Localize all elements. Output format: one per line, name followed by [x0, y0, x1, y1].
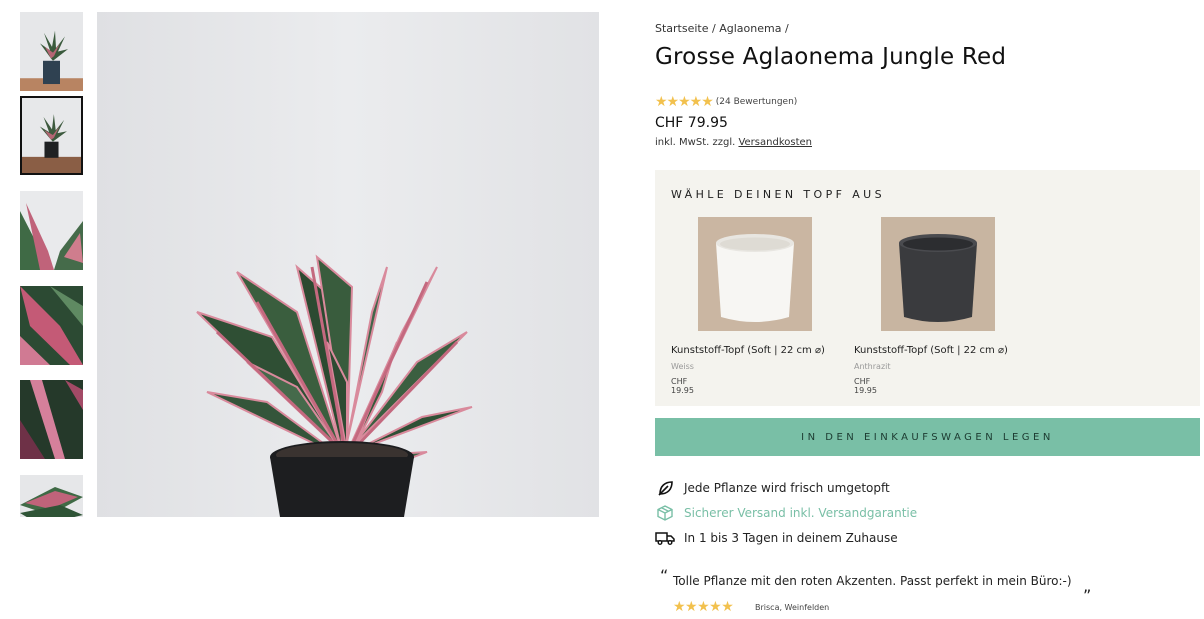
thumbnail-2[interactable] — [20, 96, 83, 175]
breadcrumb-category-link[interactable]: Aglaonema — [719, 22, 781, 35]
leaf-icon — [655, 479, 675, 497]
feature-repotted: Jede Pflanze wird frisch umgetopft — [655, 479, 890, 497]
box-icon — [655, 504, 675, 522]
add-to-cart-button[interactable]: IN DEN EINKAUFSWAGEN LEGEN — [655, 418, 1200, 456]
feature-delivery-time: In 1 bis 3 Tagen in deinem Zuhause — [655, 529, 898, 547]
quote-close-mark: ” — [1083, 586, 1092, 605]
pot-image-white[interactable] — [698, 217, 812, 331]
thumbnail-3[interactable] — [20, 191, 83, 270]
pot-name-white: Kunststoff-Topf (Soft | 22 cm ⌀) — [671, 345, 825, 356]
pot-color-anthracite: Anthrazit — [854, 362, 891, 371]
testimonial-stars: ★★★★★ — [673, 599, 734, 615]
pot-color-white: Weiss — [671, 362, 694, 371]
thumbnail-6[interactable] — [20, 475, 83, 517]
thumbnail-4[interactable] — [20, 286, 83, 365]
breadcrumb-home-link[interactable]: Startseite — [655, 22, 709, 35]
product-price: CHF 79.95 — [655, 115, 728, 131]
review-count[interactable]: (24 Bewertungen) — [716, 97, 798, 107]
breadcrumb-separator: / — [708, 22, 720, 35]
pot-image-anthracite[interactable] — [881, 217, 995, 331]
pot-selector: WÄHLE DEINEN TOPF AUS Kunststoff-Topf (S… — [655, 170, 1200, 406]
pot-name-anthracite: Kunststoff-Topf (Soft | 22 cm ⌀) — [854, 345, 1008, 356]
pot-selector-heading: WÄHLE DEINEN TOPF AUS — [671, 188, 886, 201]
tax-note: inkl. MwSt. zzgl. Versandkosten — [655, 137, 812, 148]
feature-safe-shipping: Sicherer Versand inkl. Versandgarantie — [655, 504, 917, 522]
shipping-cost-link[interactable]: Versandkosten — [738, 137, 812, 148]
main-product-image[interactable] — [97, 12, 599, 517]
testimonial-author: Brisca, Weinfelden — [755, 603, 830, 612]
rating-stars: ★★★★★ — [655, 94, 714, 110]
breadcrumb-trailing: / — [781, 22, 789, 35]
product-title: Grosse Aglaonema Jungle Red — [655, 44, 1007, 70]
testimonial: “ Tolle Pflanze mit den roten Akzenten. … — [655, 566, 1200, 618]
rating[interactable]: ★★★★★ (24 Bewertungen) — [655, 94, 797, 110]
pot-price-white: CHF 19.95 — [671, 377, 694, 395]
thumbnail-1[interactable] — [20, 12, 83, 91]
pot-price-anthracite: CHF 19.95 — [854, 377, 877, 395]
thumbnail-5[interactable] — [20, 380, 83, 459]
thumbnail-gallery — [20, 12, 83, 517]
testimonial-text: Tolle Pflanze mit den roten Akzenten. Pa… — [673, 574, 1072, 588]
truck-icon — [655, 529, 675, 547]
feature-text-delivery-time: In 1 bis 3 Tagen in deinem Zuhause — [684, 531, 898, 545]
quote-open-mark: “ — [660, 566, 669, 585]
breadcrumb: Startseite / Aglaonema / — [655, 22, 789, 35]
feature-text-safe-shipping: Sicherer Versand inkl. Versandgarantie — [684, 506, 918, 520]
feature-text-repotted: Jede Pflanze wird frisch umgetopft — [684, 481, 890, 495]
tax-prefix: inkl. MwSt. zzgl. — [655, 137, 739, 148]
